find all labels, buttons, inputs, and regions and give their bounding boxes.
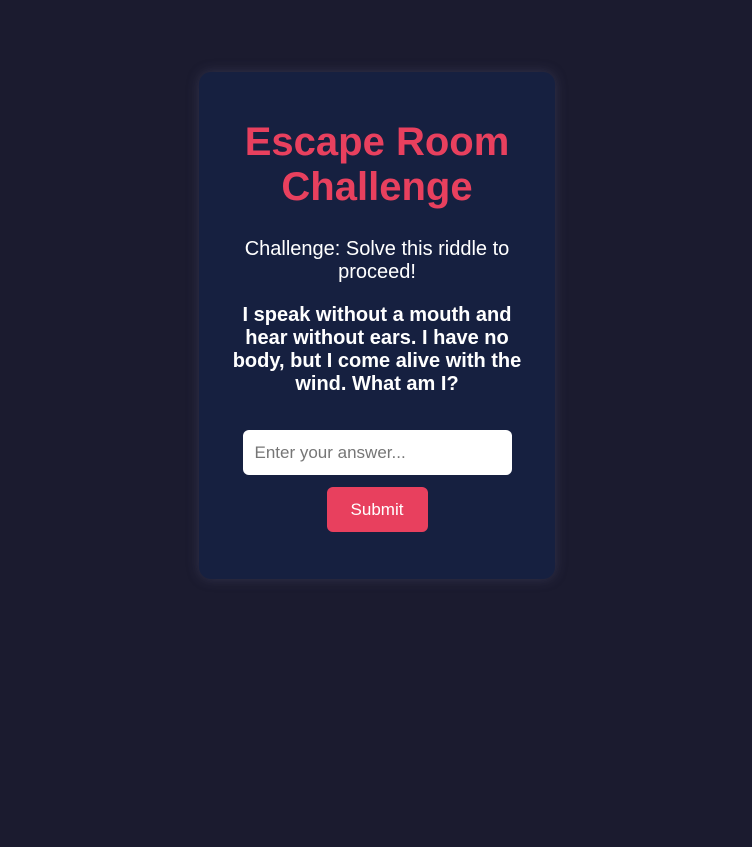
answer-input[interactable] <box>242 430 512 475</box>
submit-button[interactable]: Submit <box>326 487 428 532</box>
challenge-prompt: Challenge: Solve this riddle to proceed! <box>244 238 510 283</box>
riddle-text: I speak without a mouth and hear without… <box>232 304 522 395</box>
page-title: Escape Room Challenge <box>244 120 510 209</box>
challenge-card: Escape Room Challenge Challenge: Solve t… <box>199 72 555 579</box>
